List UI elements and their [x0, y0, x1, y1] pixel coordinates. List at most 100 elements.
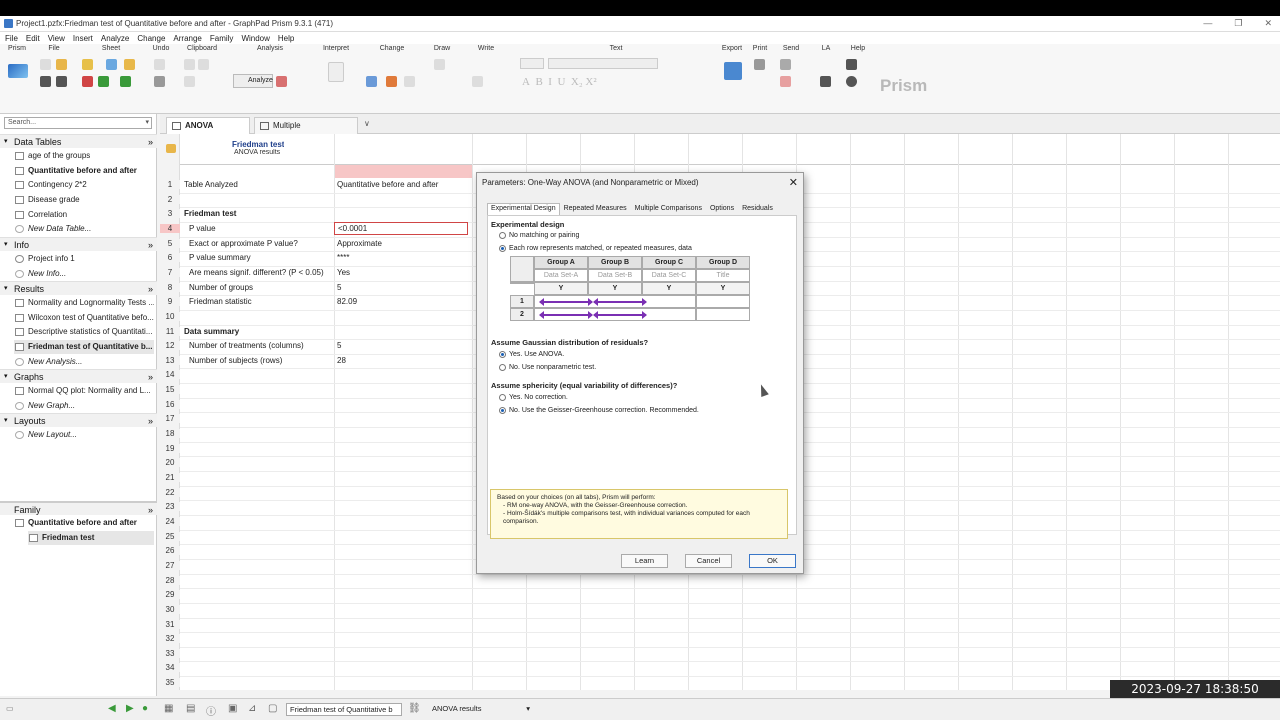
- menu-edit[interactable]: Edit: [26, 34, 40, 43]
- change-other-icon[interactable]: [404, 76, 415, 87]
- gear-sheet-icon[interactable]: [106, 59, 117, 70]
- save-as-icon[interactable]: [56, 76, 67, 87]
- paste-icon[interactable]: [184, 76, 195, 87]
- section-layouts[interactable]: ▾ Layouts»: [0, 413, 157, 427]
- save-icon[interactable]: [40, 76, 51, 87]
- font-family-select[interactable]: [548, 58, 658, 69]
- chevron-right-icon[interactable]: »: [148, 135, 153, 149]
- learn-button[interactable]: Learn: [621, 554, 668, 568]
- radio-button[interactable]: [499, 364, 506, 371]
- radio-button-selected[interactable]: [499, 407, 506, 414]
- layout-view-icon[interactable]: ▢: [268, 703, 277, 714]
- nav-item-friedman[interactable]: Friedman test of Quantitative b...: [14, 340, 154, 354]
- row-value[interactable]: <0.0001: [334, 221, 468, 235]
- radio-button-selected[interactable]: [499, 351, 506, 358]
- cancel-button[interactable]: Cancel: [685, 554, 732, 568]
- analyze-button[interactable]: Analyze: [233, 74, 273, 88]
- chevron-down-icon[interactable]: ▾: [145, 118, 149, 128]
- chevron-right-icon[interactable]: »: [148, 503, 153, 517]
- chevron-down-icon[interactable]: ▾: [526, 703, 530, 715]
- section-info[interactable]: ▾ Info»: [0, 237, 157, 251]
- maximize-icon[interactable]: ❐: [1234, 18, 1242, 29]
- sheet-icon[interactable]: [82, 59, 93, 70]
- chevron-right-icon[interactable]: »: [148, 282, 153, 296]
- radio-matched[interactable]: Each row represents matched, or repeated…: [499, 245, 692, 253]
- graph-view-icon[interactable]: ⊿: [248, 703, 256, 714]
- add-analysis-icon[interactable]: [120, 76, 131, 87]
- collapse-icon[interactable]: ▾: [4, 238, 8, 252]
- nav-item-correlation[interactable]: Correlation: [14, 208, 154, 222]
- menu-window[interactable]: Window: [241, 34, 269, 43]
- radio-no-correction[interactable]: Yes. No correction.: [499, 394, 568, 402]
- row-value[interactable]: Quantitative before and after: [337, 180, 471, 189]
- radio-button[interactable]: [499, 394, 506, 401]
- learn-icon[interactable]: [846, 59, 857, 70]
- radio-no-matching[interactable]: No matching or pairing: [499, 232, 579, 240]
- menu-insert[interactable]: Insert: [73, 34, 93, 43]
- tab-anova-results[interactable]: ANOVA results×: [166, 117, 250, 146]
- radio-nonparametric[interactable]: No. Use nonparametric test.: [499, 364, 596, 372]
- radio-geisser-greenhouse[interactable]: No. Use the Geisser-Greenhouse correctio…: [499, 407, 699, 415]
- chevron-right-icon[interactable]: »: [148, 370, 153, 384]
- close-icon[interactable]: ✕: [1264, 18, 1272, 29]
- search-input[interactable]: Search... ▾: [4, 117, 152, 129]
- prev-sheet-icon[interactable]: ◀: [108, 703, 116, 714]
- collapse-icon[interactable]: ▾: [4, 282, 8, 296]
- chevron-right-icon[interactable]: »: [148, 238, 153, 252]
- nav-item-qq-plot[interactable]: Normal QQ plot: Normality and L...: [14, 384, 154, 398]
- table-view-icon[interactable]: ▤: [186, 703, 195, 714]
- family-item-friedman[interactable]: Friedman test: [28, 531, 154, 545]
- results-icon[interactable]: [276, 76, 287, 87]
- nav-item-descriptive[interactable]: Descriptive statistics of Quantitati...: [14, 325, 154, 339]
- nav-item-wilcoxon[interactable]: Wilcoxon test of Quantitative befo...: [14, 311, 154, 325]
- nav-item-normality[interactable]: Normality and Lognormality Tests ...: [14, 296, 154, 310]
- menu-change[interactable]: Change: [137, 34, 165, 43]
- interpret-icon[interactable]: [328, 62, 344, 82]
- new-file-icon[interactable]: [40, 59, 51, 70]
- collapse-icon[interactable]: ▾: [4, 370, 8, 384]
- new-layout-link[interactable]: New Layout...: [14, 428, 154, 442]
- nav-item-contingency[interactable]: Contingency 2*2: [14, 178, 154, 192]
- tabs-dropdown-icon[interactable]: ∨: [364, 119, 370, 128]
- copy-icon[interactable]: [198, 59, 209, 70]
- send-ppt-icon[interactable]: [780, 76, 791, 87]
- collapse-icon[interactable]: ▾: [4, 414, 8, 428]
- radio-button-selected[interactable]: [499, 245, 506, 252]
- menu-view[interactable]: View: [48, 34, 65, 43]
- new-graph-link[interactable]: New Graph...: [14, 399, 154, 413]
- row-value[interactable]: Approximate: [337, 239, 471, 248]
- ok-button[interactable]: OK: [749, 554, 796, 568]
- info-view-icon[interactable]: ⓘ: [206, 703, 216, 718]
- next-sheet-icon[interactable]: ▶: [126, 703, 134, 714]
- row-value[interactable]: 5: [337, 283, 471, 292]
- open-file-icon[interactable]: [56, 59, 67, 70]
- results-view-icon[interactable]: ▣: [228, 703, 237, 714]
- change-table-icon[interactable]: [366, 76, 377, 87]
- dialog-close-icon[interactable]: ✕: [789, 176, 798, 189]
- wand-icon[interactable]: [124, 59, 135, 70]
- sheet-select[interactable]: Friedman test of Quantitative b: [286, 703, 402, 716]
- collapse-icon[interactable]: ▾: [4, 135, 8, 149]
- menu-arrange[interactable]: Arrange: [173, 34, 201, 43]
- row-value[interactable]: ****: [337, 253, 471, 262]
- menu-help[interactable]: Help: [278, 34, 294, 43]
- menu-family[interactable]: Family: [210, 34, 234, 43]
- email-icon[interactable]: [780, 59, 791, 70]
- font-size-select[interactable]: [520, 58, 544, 69]
- results-select[interactable]: ANOVA results ▾: [432, 703, 532, 716]
- radio-button[interactable]: [499, 232, 506, 239]
- grid-view-icon[interactable]: ▦: [164, 703, 173, 714]
- row-value[interactable]: Yes: [337, 268, 471, 277]
- link-icon[interactable]: ⛓: [408, 703, 421, 714]
- prism-logo-icon[interactable]: [8, 64, 28, 78]
- section-family[interactable]: Family»: [0, 501, 157, 515]
- text-tool-icon[interactable]: [472, 76, 483, 87]
- nav-item-disease-grade[interactable]: Disease grade: [14, 193, 154, 207]
- print-icon[interactable]: [754, 59, 765, 70]
- new-analysis-link[interactable]: New Analysis...: [14, 355, 154, 369]
- tab-repeated-measures[interactable]: Repeated Measures: [560, 203, 631, 215]
- section-graphs[interactable]: ▾ Graphs»: [0, 369, 157, 383]
- change-format-icon[interactable]: [386, 76, 397, 87]
- nav-item-age-of-the-groups[interactable]: age of the groups: [14, 149, 154, 163]
- new-sheet-icon[interactable]: [98, 76, 109, 87]
